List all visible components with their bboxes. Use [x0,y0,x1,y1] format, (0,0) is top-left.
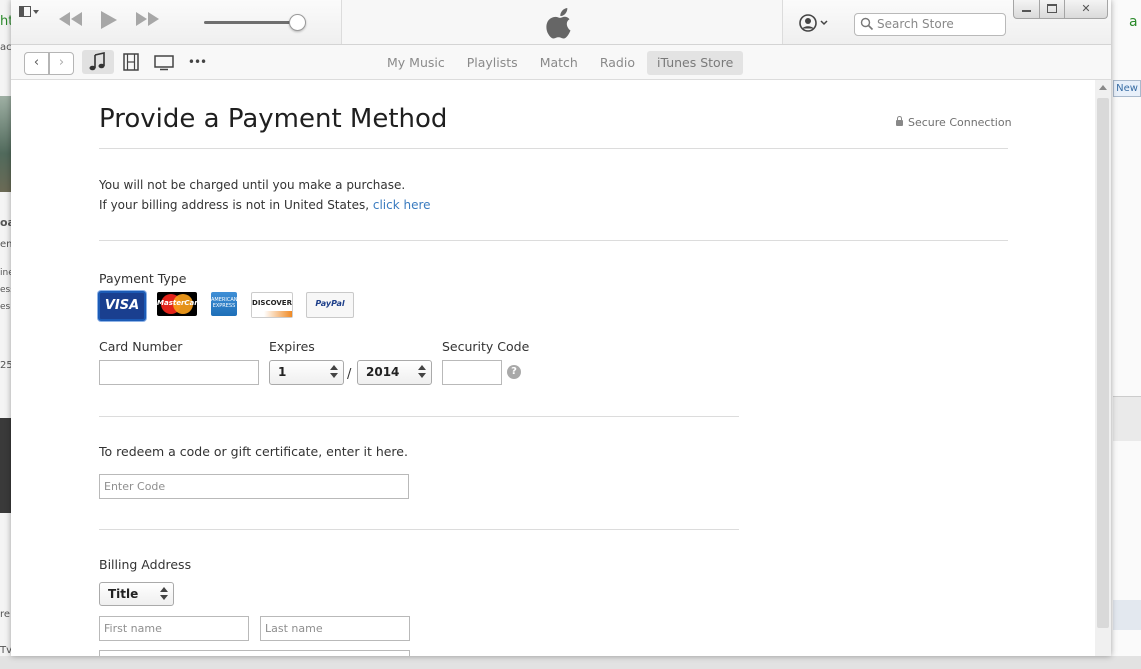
divider [99,529,739,530]
security-code-input[interactable] [442,360,502,385]
security-code-label: Security Code [442,339,530,354]
expires-month-value: 1 [278,365,287,379]
search-store-box[interactable] [854,13,1006,36]
billing-country-notice: If your billing address is not in United… [99,198,431,212]
date-separator: / [347,367,352,382]
address-input[interactable] [99,650,410,656]
billing-country-notice-text: If your billing address is not in United… [99,198,373,212]
itunes-window: ‹ › ••• My Music [11,0,1111,656]
select-arrows-icon [160,586,168,601]
tab-match[interactable]: Match [530,51,588,75]
tab-radio[interactable]: Radio [590,51,645,75]
title-bar [11,0,1111,45]
background-text: ac [0,42,12,53]
tab-playlists[interactable]: Playlists [457,51,528,75]
discover-logo-text: DISCOVER [252,299,292,307]
navigation-bar: ‹ › ••• My Music Playlists Match Radio i… [11,45,1111,80]
no-charge-notice: You will not be charged until you make a… [99,178,406,192]
fast-forward-button[interactable] [133,10,161,34]
rewind-icon [59,12,82,26]
more-media-button[interactable]: ••• [181,50,213,74]
secure-connection-label: Secure Connection [896,116,1012,129]
close-button[interactable] [1064,0,1108,19]
background-panel [1113,600,1141,630]
search-input[interactable] [877,15,999,33]
apple-logo-icon [546,7,574,39]
menu-toggle-button[interactable] [19,5,41,19]
lock-icon [896,116,903,126]
film-icon [123,53,139,71]
help-icon[interactable]: ? [507,365,521,379]
background-photo [0,96,11,192]
title-select[interactable]: Title [99,582,174,606]
redeem-code-input[interactable] [99,474,409,499]
background-text: es [0,302,11,312]
last-name-input[interactable] [260,616,410,641]
visa-card-option[interactable]: VISA [98,291,146,321]
mastercard-option[interactable]: MasterCard [157,292,203,316]
tab-itunes-store[interactable]: iTunes Store [646,51,744,75]
maximize-button[interactable] [1039,0,1065,19]
sidebar-icon [19,6,31,17]
page-title: Provide a Payment Method [99,104,448,134]
expires-year-select[interactable]: 2014 [357,360,432,385]
amex-logo-text: AMERICAN EXPRESS [211,297,238,309]
vertical-scrollbar[interactable] [1095,80,1111,656]
click-here-link[interactable]: click here [373,198,431,212]
tv-icon [154,55,174,71]
select-arrows-icon [330,364,338,379]
play-button[interactable] [97,10,119,34]
forward-button[interactable]: › [49,52,74,75]
card-number-input[interactable] [99,360,259,385]
background-photo-dark [0,418,11,513]
tv-media-button[interactable] [148,50,180,74]
library-tabs: My Music Playlists Match Radio iTunes St… [377,51,745,75]
scrollbar-thumb[interactable] [1097,98,1109,628]
payment-type-label: Payment Type [99,271,187,286]
title-select-value: Title [108,587,139,601]
background-window-right [1111,0,1141,669]
billing-address-label: Billing Address [99,557,192,572]
scroll-up-arrow-icon[interactable] [1095,82,1111,94]
rewind-button[interactable] [57,10,85,34]
divider [99,148,1008,149]
fast-forward-icon [136,12,159,26]
expires-month-select[interactable]: 1 [269,360,344,385]
volume-slider[interactable] [204,21,296,24]
amex-option[interactable]: AMERICAN EXPRESS [211,292,238,316]
background-panel [1113,396,1141,441]
music-media-button[interactable] [82,50,114,74]
secure-connection-text: Secure Connection [908,116,1012,129]
background-text: re [0,609,11,620]
expires-label: Expires [269,339,315,354]
back-button[interactable]: ‹ [24,52,49,75]
movies-media-button[interactable] [115,50,147,74]
play-icon [101,11,117,29]
chevron-down-icon [33,10,39,14]
divider [99,416,739,417]
divider [99,240,1008,241]
volume-slider-handle[interactable] [289,14,306,31]
user-icon [799,14,828,32]
paypal-option[interactable]: PayPal [306,292,354,318]
tab-my-music[interactable]: My Music [377,51,455,75]
search-icon [860,17,874,31]
card-number-label: Card Number [99,339,183,354]
mastercard-logo-text: MasterCard [157,299,203,307]
background-taskbar-strip [0,656,1141,669]
redeem-instructions: To redeem a code or gift certificate, en… [99,444,408,459]
background-text: a [1129,14,1138,30]
music-note-icon [89,52,105,71]
select-arrows-icon [418,364,426,379]
background-new-badge: New [1113,80,1141,97]
account-button[interactable] [799,13,833,33]
expires-year-value: 2014 [366,365,400,379]
minimize-button[interactable] [1013,0,1040,19]
paypal-logo-text: PayPal [315,299,345,308]
first-name-input[interactable] [99,616,249,641]
payment-form-page: Provide a Payment Method Secure Connecti… [11,80,1095,656]
discover-option[interactable]: DISCOVER [251,292,293,318]
